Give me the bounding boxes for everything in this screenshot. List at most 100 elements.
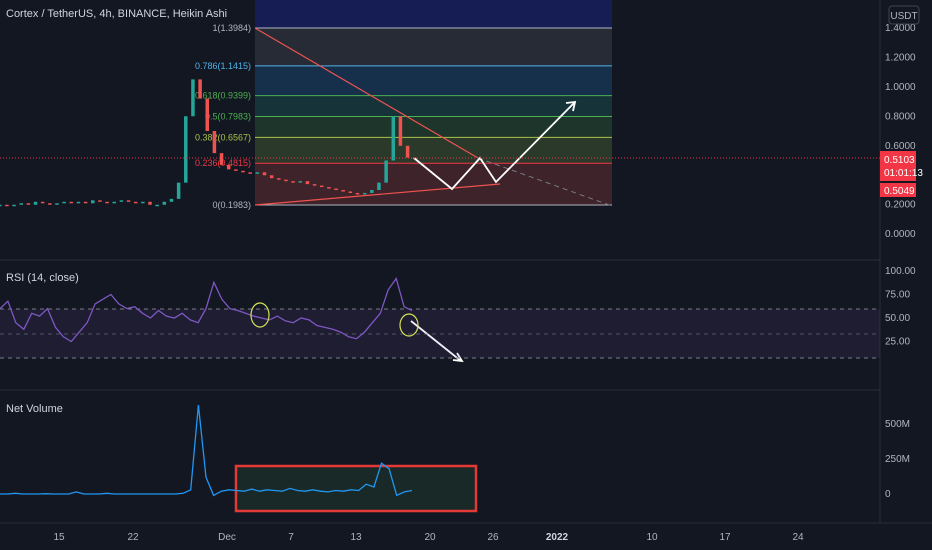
price-candle: [262, 172, 267, 176]
rsi-tick-label: 75.00: [885, 290, 910, 301]
price-candle: [334, 188, 338, 191]
rsi-title: RSI (14, close): [6, 272, 79, 284]
price-candle: [212, 131, 217, 154]
fib-band: [255, 137, 612, 164]
time-tick-label: 20: [424, 532, 436, 543]
price-candle: [33, 201, 38, 205]
price-candle: [40, 201, 45, 204]
price-candle: [219, 153, 224, 165]
price-axis[interactable]: 1.40001.20001.00000.80000.60000.40000.20…: [885, 23, 916, 240]
price-candle: [191, 79, 195, 117]
time-tick-label: 24: [792, 532, 804, 543]
price-candle: [126, 200, 131, 202]
time-tick-label: Dec: [218, 532, 236, 543]
price-candle: [98, 200, 102, 202]
rsi-tick-label: 25.00: [885, 337, 910, 348]
price-candle: [355, 192, 360, 195]
price-candle: [234, 169, 238, 171]
price-candle: [198, 79, 202, 99]
time-tick-label: 26: [487, 532, 499, 543]
price-candle: [176, 182, 181, 199]
chart-canvas[interactable]: 1(1.3984) 0.786(1.1415) 0.618(0.9399) 0.5(0…: [0, 0, 932, 550]
price-candle: [12, 204, 16, 207]
fib-band: [255, 28, 612, 66]
time-axis[interactable]: 15 22 Dec 7 13 20 26 2022 10 17 24: [53, 532, 804, 543]
chart-title: Cortex / TetherUS, 4h, BINANCE, Heikin A…: [6, 8, 227, 20]
price-candle: [105, 201, 109, 204]
volume-highlight-box[interactable]: [234, 464, 478, 513]
fib-band: [255, 65, 612, 96]
price-candle: [312, 184, 317, 186]
price-candle: [112, 201, 116, 204]
bar-countdown: 01:01:13: [884, 168, 923, 179]
last-close-value: 0.5049: [884, 186, 915, 197]
time-tick-label: 17: [719, 532, 731, 543]
price-tick-label: 0.2000: [885, 200, 916, 211]
volume-title: Net Volume: [6, 403, 63, 415]
time-tick-label: 13: [350, 532, 362, 543]
price-candle: [319, 185, 324, 188]
time-tick-label: 15: [53, 532, 65, 543]
price-candle: [83, 201, 88, 204]
price-candle: [26, 203, 31, 205]
price-candle: [298, 181, 303, 183]
fib-level-label: 0.5(0.7983): [205, 112, 251, 122]
price-candle: [277, 178, 281, 180]
currency-badge[interactable]: USDT: [888, 5, 920, 25]
rsi-axis: 100.00 75.00 50.00 25.00: [885, 266, 916, 348]
rsi-tick-label: 50.00: [885, 313, 910, 324]
price-candle: [398, 116, 403, 146]
price-candle: [48, 203, 52, 205]
price-candle: [76, 201, 81, 204]
fib-level-label: 0(0.1983): [212, 200, 251, 210]
fib-labels: 1(1.3984) 0.786(1.1415) 0.618(0.9399) 0.5(0…: [195, 23, 251, 210]
time-tick-label: 10: [646, 532, 658, 543]
price-candle: [362, 192, 367, 195]
fib-band: [255, 95, 612, 117]
price-candle: [205, 98, 209, 132]
price-candle: [226, 164, 231, 170]
price-candle: [155, 204, 159, 207]
price-candle: [55, 203, 59, 205]
price-tick-label: 1.2000: [885, 52, 916, 63]
price-candle: [162, 201, 167, 205]
price-candle: [62, 201, 66, 204]
price-candle: [391, 116, 396, 161]
price-tick-label: 0.8000: [885, 111, 916, 122]
price-candle: [405, 145, 410, 158]
price-candle: [169, 198, 174, 202]
price-candle: [69, 201, 74, 204]
price-candle: [348, 191, 353, 193]
price-candle: [184, 116, 188, 183]
price-candle: [255, 172, 260, 174]
price-candle: [269, 175, 274, 179]
time-tick-label: 22: [127, 532, 139, 543]
volume-axis: 500M 250M 0: [885, 419, 910, 500]
price-candle: [141, 201, 145, 204]
price-candle: [133, 201, 138, 204]
current-price-value: 0.5103: [884, 155, 915, 166]
price-candle: [291, 181, 295, 183]
price-candle: [119, 200, 124, 202]
price-candle: [370, 190, 374, 193]
price-candle: [377, 182, 381, 191]
price-candle: [327, 187, 331, 189]
price-candle: [241, 170, 245, 173]
price-candle: [248, 172, 252, 174]
price-candle: [0, 204, 2, 207]
price-candle: [341, 190, 345, 192]
price-candle: [384, 160, 388, 183]
time-tick-label: 2022: [546, 532, 569, 543]
fib-extension-band: [255, 0, 612, 28]
price-candle: [5, 204, 9, 207]
rsi-tick-label: 100.00: [885, 266, 916, 277]
fib-level-label: 1(1.3984): [212, 23, 251, 33]
price-candle: [305, 181, 310, 185]
fib-level-label: 0.786(1.1415): [195, 61, 251, 71]
last-close-label: 0.5049: [880, 183, 916, 197]
volume-tick-label: 0: [885, 489, 891, 500]
price-tick-label: 0.0000: [885, 229, 916, 240]
current-price-label: 0.5103 01:01:13: [880, 151, 923, 181]
fib-level-label: 0.382(0.6567): [195, 132, 251, 142]
fib-band: [255, 163, 612, 205]
